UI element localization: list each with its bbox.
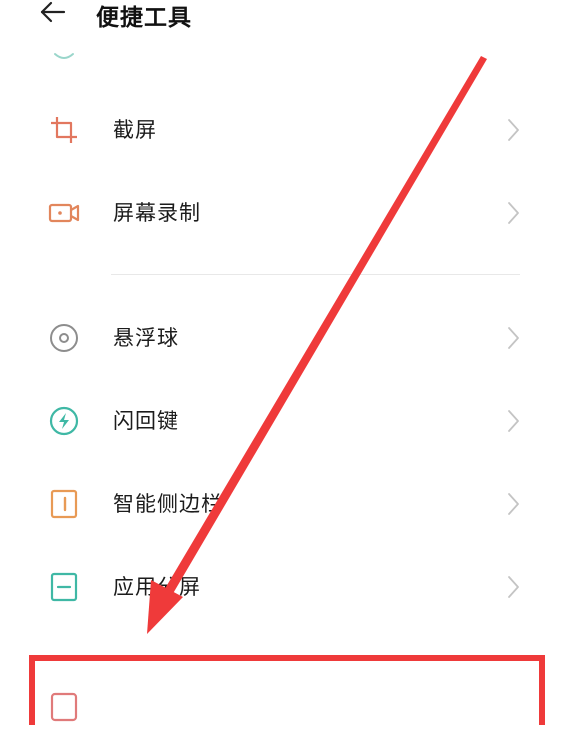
menu-item-label: 智能侧边栏 [113,492,223,516]
menu-item-label: 应用分屏 [113,575,201,599]
menu-item-label: 闪回键 [113,409,179,433]
split-screen-icon [50,572,78,602]
chevron-right-icon [508,327,519,349]
menu-item-label: 截屏 [113,118,157,142]
menu-item-label: 屏幕录制 [113,201,201,225]
menu-item-screenshot[interactable]: 截屏 [0,99,583,159]
video-record-icon [48,203,80,223]
page-title: 便捷工具 [96,5,192,31]
chevron-right-icon [508,576,519,598]
section-divider [111,274,520,275]
floating-ball-icon [50,324,78,352]
chevron-right-icon [508,119,519,141]
menu-item-floating-ball[interactable]: 悬浮球 [0,307,583,367]
menu-item-split-screen[interactable]: 应用分屏 [0,556,583,616]
partial-icon [54,53,74,59]
app-header: 便捷工具 [0,0,583,34]
sidebar-icon [50,489,78,519]
chevron-right-icon [508,410,519,432]
chevron-right-icon [508,202,519,224]
menu-item-flashback-key[interactable]: 闪回键 [0,390,583,450]
lightning-icon [49,406,79,436]
menu-item-smart-sidebar[interactable]: 智能侧边栏 [0,473,583,533]
arrow-left-icon[interactable] [38,0,68,28]
menu-item-screen-recording[interactable]: 屏幕录制 [0,182,583,242]
menu-item-label: 悬浮球 [113,326,179,350]
crop-screenshot-icon [51,117,77,143]
chevron-right-icon [508,493,519,515]
highlight-box [29,655,545,725]
